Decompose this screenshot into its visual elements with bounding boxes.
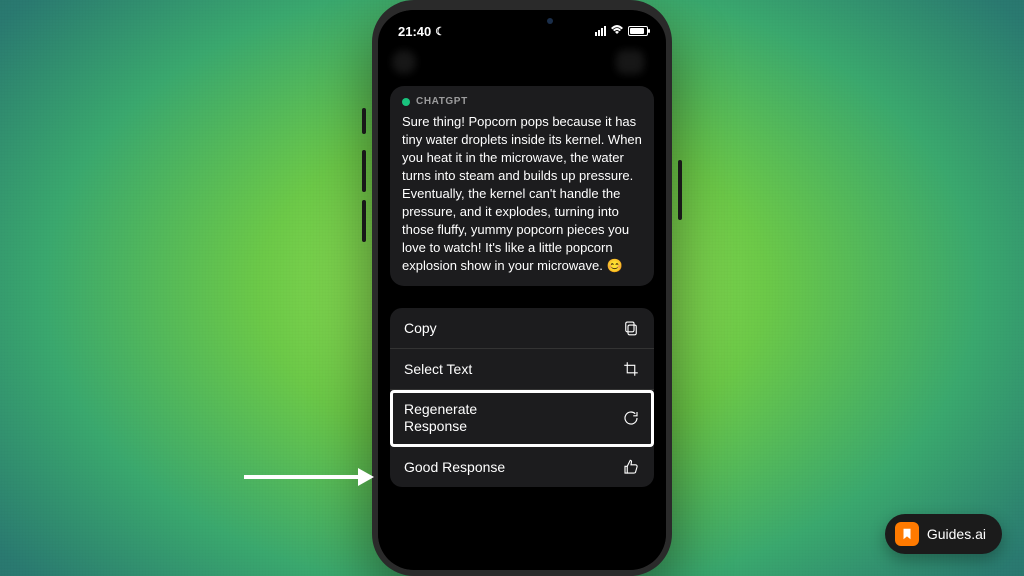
phone-volume-up	[362, 150, 366, 192]
assistant-status-dot	[402, 98, 410, 106]
assistant-sender-label: CHATGPT	[416, 96, 468, 107]
status-time: 21:40	[398, 24, 431, 39]
battery-icon	[628, 26, 648, 36]
phone-notch	[457, 10, 587, 32]
copy-icon	[622, 319, 640, 337]
callout-arrow	[244, 472, 374, 482]
blurred-header	[378, 46, 666, 80]
menu-item-select-text[interactable]: Select Text	[390, 349, 654, 390]
thumbs-up-icon	[622, 458, 640, 476]
menu-item-good-response[interactable]: Good Response	[390, 447, 654, 487]
phone-frame: 21:40 ☾ CHATGPT Sure thing! Popcor	[372, 0, 672, 576]
branding-badge[interactable]: Guides.ai	[885, 514, 1002, 554]
cellular-signal-icon	[595, 26, 606, 36]
menu-item-regenerate-label: Regenerate Response	[404, 401, 477, 435]
bookmark-icon	[895, 522, 919, 546]
menu-item-select-text-label: Select Text	[404, 361, 472, 378]
crop-icon	[622, 360, 640, 378]
wifi-icon	[610, 24, 624, 38]
menu-item-regenerate[interactable]: Regenerate Response	[390, 390, 654, 447]
phone-power-button	[678, 160, 682, 220]
menu-item-copy-label: Copy	[404, 320, 437, 337]
refresh-icon	[622, 409, 640, 427]
phone-screen: 21:40 ☾ CHATGPT Sure thing! Popcor	[378, 10, 666, 570]
assistant-message-text: Sure thing! Popcorn pops because it has …	[402, 113, 642, 274]
branding-label: Guides.ai	[927, 526, 986, 542]
menu-item-copy[interactable]: Copy	[390, 308, 654, 349]
phone-volume-down	[362, 200, 366, 242]
menu-item-good-response-label: Good Response	[404, 459, 505, 476]
phone-mute-switch	[362, 108, 366, 134]
do-not-disturb-icon: ☾	[435, 25, 445, 38]
context-menu: Copy Select Text Regenerate Response Goo…	[390, 308, 654, 487]
assistant-message-bubble[interactable]: CHATGPT Sure thing! Popcorn pops because…	[390, 86, 654, 286]
